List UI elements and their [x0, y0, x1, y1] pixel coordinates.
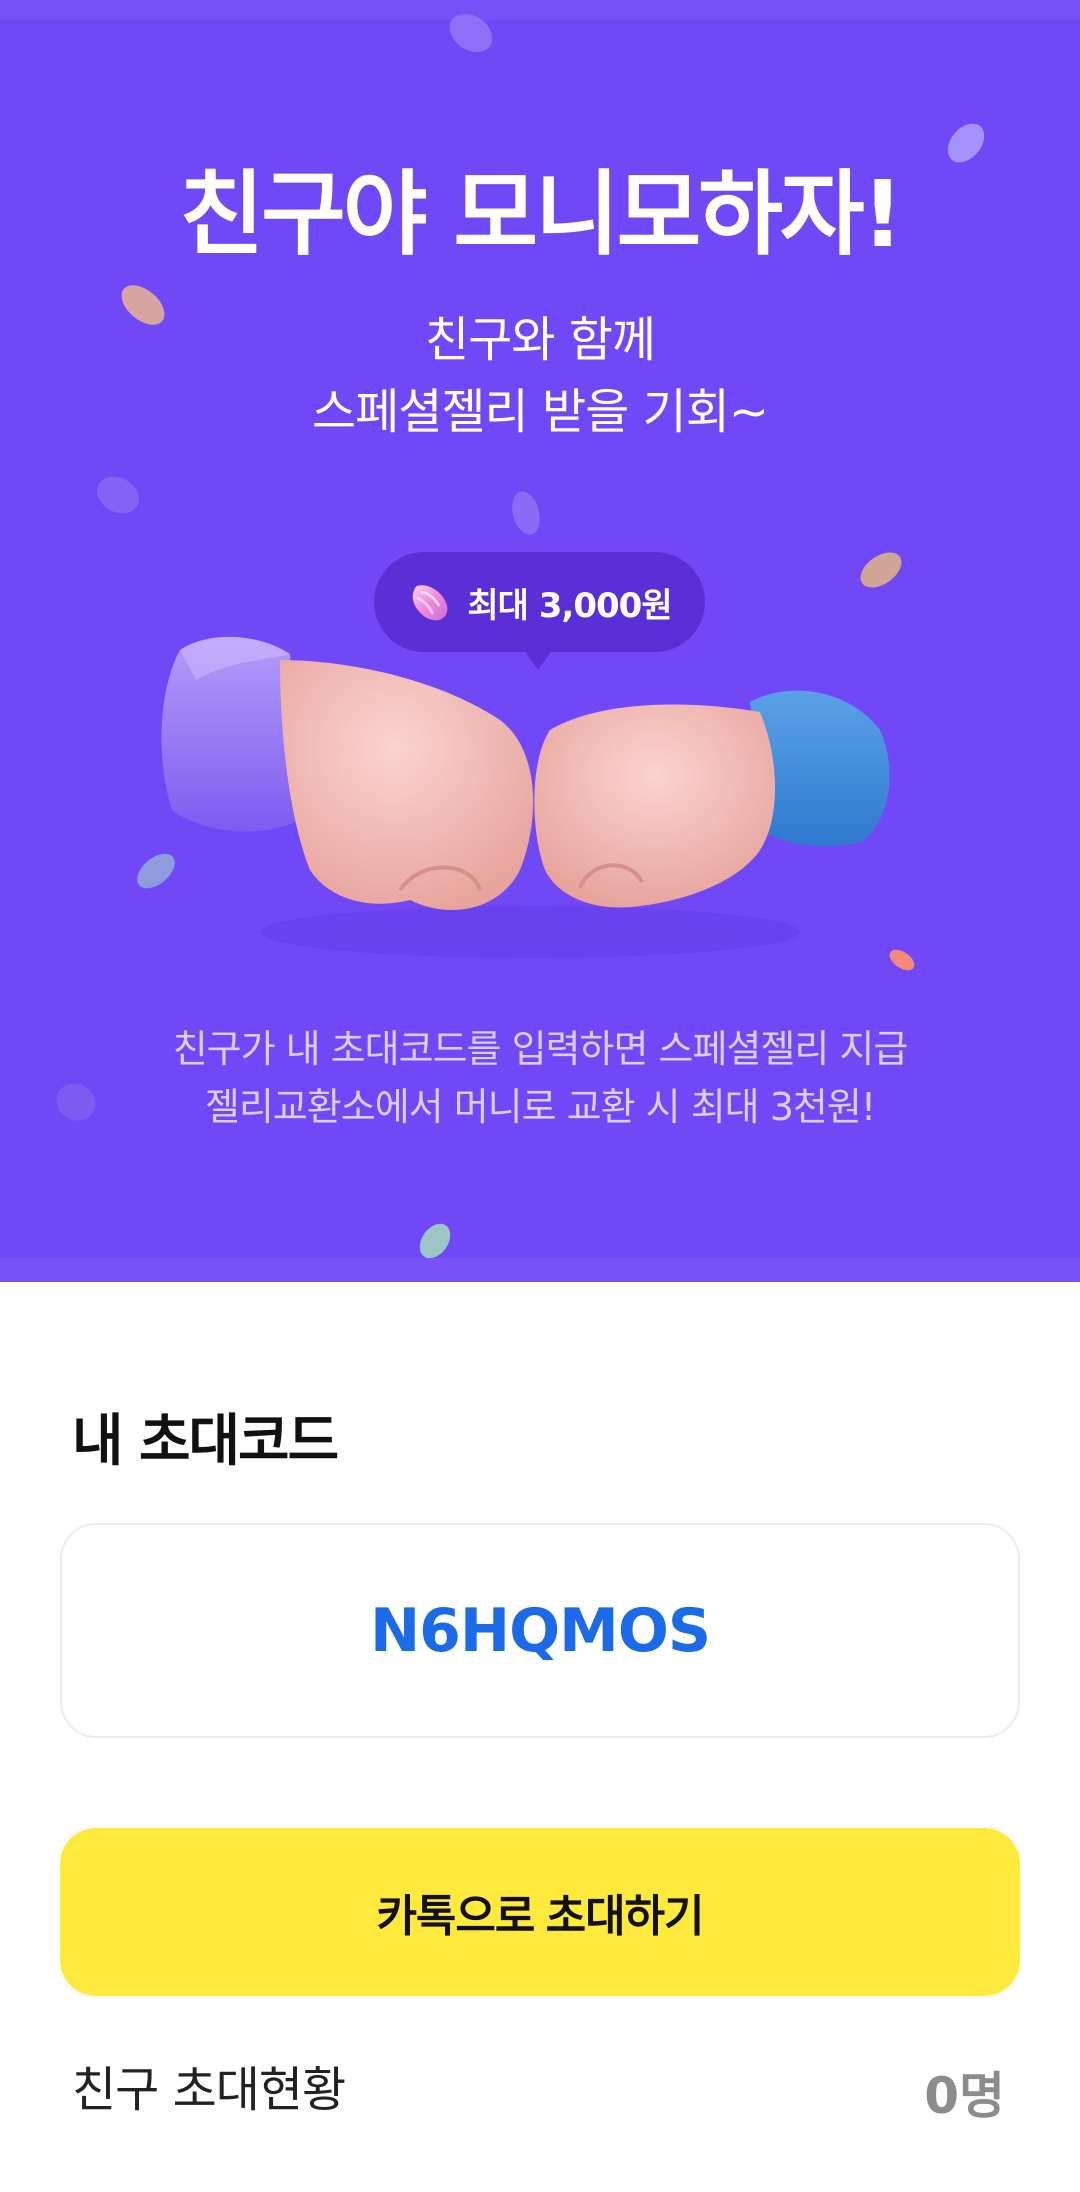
confetti-decoration: [854, 545, 908, 595]
kakao-invite-button-label: 카톡으로 초대하기: [376, 1892, 704, 1941]
hero-description-line2: 젤리교환소에서 머니로 교환 시 최대 3천원!: [204, 1085, 876, 1129]
confetti-decoration: [90, 469, 146, 521]
fist-bump-illustration: [161, 636, 890, 958]
invite-status-count: 0명: [924, 2067, 1005, 2125]
hero-top-strip: [0, 0, 1080, 20]
jelly-icon: [413, 585, 448, 621]
hero-subtitle-line2: 스페셜젤리 받을 기회~: [311, 384, 769, 440]
hero-bottom-strip: [0, 1258, 1080, 1282]
invite-code-value[interactable]: N6HQMOS: [370, 1596, 711, 1666]
hero-subtitle-line1: 친구와 함께: [424, 312, 656, 368]
confetti-decoration: [507, 488, 545, 538]
hero-banner: 친구야 모니모하자! 친구와 함께 스페셜젤리 받을 기회~ 최대 3,000원: [0, 0, 1080, 1282]
invite-code-title: 내 초대코드: [72, 1409, 339, 1474]
invite-code-box[interactable]: N6HQMOS: [60, 1523, 1020, 1738]
kakao-invite-button[interactable]: 카톡으로 초대하기: [60, 1828, 1020, 1996]
invite-status-label: 친구 초대현황: [72, 2062, 346, 2118]
hero-title: 친구야 모니모하자!: [179, 161, 903, 268]
hero-description-line1: 친구가 내 초대코드를 입력하면 스페셜젤리 지급: [172, 1027, 909, 1071]
